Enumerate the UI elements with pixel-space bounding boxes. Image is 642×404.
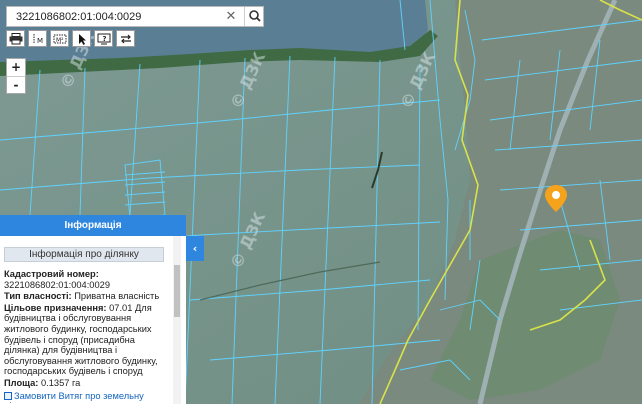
info-panel: Інформація Інформація про ділянку Кадаст… (0, 215, 186, 404)
scrollbar-thumb[interactable] (174, 265, 180, 317)
ownership-value: Приватна власність (74, 291, 160, 302)
cadastral-label: Кадастровий номер: (4, 269, 99, 279)
zoom-control: + - (6, 58, 26, 94)
area-label: Площа: (4, 377, 39, 388)
panel-title: Інформація (0, 215, 186, 236)
measure-line-icon: M (33, 33, 43, 45)
print-button[interactable] (6, 30, 25, 47)
search-input[interactable] (7, 7, 224, 26)
search-button[interactable] (244, 7, 265, 26)
document-icon (4, 391, 12, 400)
pointer-icon (78, 33, 86, 45)
zoom-in-button[interactable]: + (7, 59, 25, 76)
svg-text:M²: M² (56, 37, 64, 44)
pointer-button[interactable] (72, 30, 91, 47)
collapse-panel-button[interactable]: ‹ (186, 236, 204, 261)
swap-layers-button[interactable] (116, 30, 135, 47)
info-icon: ? (97, 33, 110, 44)
panel-scrollbar[interactable] (173, 236, 181, 404)
info-button[interactable]: ? (94, 30, 113, 47)
measure-area-button[interactable]: M² (50, 30, 69, 47)
search-box: ✕ (6, 6, 264, 27)
area-value: 0.1357 га (40, 377, 81, 388)
purpose-label: Цільове призначення: (4, 302, 107, 313)
parcel-info: Кадастровий номер: 3221086802:01:004:0029… (4, 269, 172, 404)
purpose-value: 07.01 Для будівництва і обслуговування ж… (4, 302, 158, 377)
clear-icon[interactable]: ✕ (222, 8, 240, 25)
measure-area-icon: M² (53, 34, 66, 44)
map-toolbar: M M² ? (6, 30, 138, 47)
order-extract-label: Замовити Витяг про земельну ділянку (4, 390, 144, 404)
panel-subtitle: Інформація про ділянку (4, 247, 164, 262)
svg-text:M: M (37, 37, 43, 45)
zoom-out-button[interactable]: - (7, 76, 25, 94)
cadastral-value: 3221086802:01:004:0029 (4, 279, 110, 290)
panel-body: Інформація про ділянку Кадастровий номер… (0, 236, 186, 404)
search-icon (249, 10, 261, 22)
swap-layers-icon (120, 34, 131, 43)
measure-line-button[interactable]: M (28, 30, 47, 47)
svg-text:?: ? (102, 35, 106, 43)
ownership-label: Тип власності: (4, 291, 72, 302)
order-extract-link[interactable]: Замовити Витяг про земельну ділянку (4, 391, 172, 404)
print-icon (9, 32, 22, 44)
